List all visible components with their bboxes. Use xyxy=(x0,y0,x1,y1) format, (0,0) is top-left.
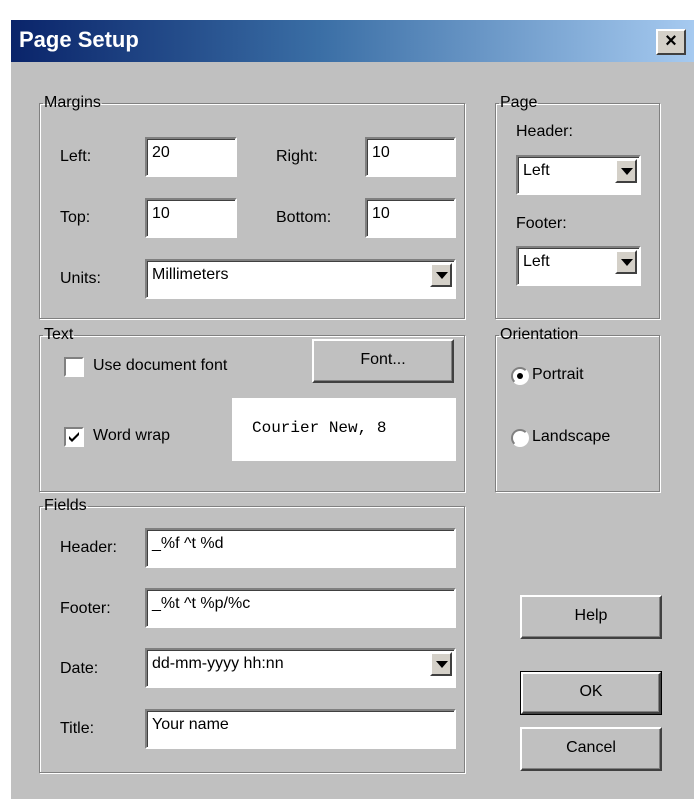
fields-footer-input[interactable]: _%t ^t %p/%c xyxy=(145,588,456,628)
font-button[interactable]: Font... xyxy=(312,339,454,383)
radio-selected-dot xyxy=(517,373,523,379)
chevron-down-icon[interactable] xyxy=(430,652,452,676)
checkmark-icon xyxy=(69,432,79,442)
portrait-label[interactable]: Portrait xyxy=(532,366,584,384)
units-select[interactable]: Millimeters xyxy=(145,259,456,299)
chevron-down-icon[interactable] xyxy=(615,159,637,183)
help-button[interactable]: Help xyxy=(520,595,662,639)
date-format-select[interactable]: dd-mm-yyyy hh:nn xyxy=(145,648,456,688)
orientation-group: Orientation xyxy=(495,327,660,492)
page-footer-value: Left xyxy=(523,253,550,270)
units-label: Units: xyxy=(60,270,101,287)
right-margin-label: Right: xyxy=(276,148,318,165)
fields-header-input[interactable]: _%f ^t %d xyxy=(145,528,456,568)
orientation-legend: Orientation xyxy=(500,326,579,343)
fields-header-label: Header: xyxy=(60,539,117,556)
use-document-font-checkbox[interactable] xyxy=(64,357,84,377)
ok-button[interactable]: OK xyxy=(520,671,662,715)
title-input[interactable]: Your name xyxy=(145,709,456,749)
title-field-label: Title: xyxy=(60,720,95,737)
use-document-font-label[interactable]: Use document font xyxy=(93,357,227,375)
page-header-label: Header: xyxy=(516,123,573,140)
page-footer-label: Footer: xyxy=(516,215,567,232)
close-button[interactable]: × xyxy=(656,29,686,55)
page-footer-select[interactable]: Left xyxy=(516,246,641,286)
top-margin-input[interactable]: 10 xyxy=(145,198,237,238)
margins-legend: Margins xyxy=(44,94,101,111)
date-label: Date: xyxy=(60,660,99,677)
font-preview: Courier New, 8 xyxy=(232,398,456,461)
title-bar: Page Setup × xyxy=(11,20,694,62)
page-legend: Page xyxy=(500,94,538,111)
word-wrap-checkbox[interactable] xyxy=(64,427,84,447)
right-margin-input[interactable]: 10 xyxy=(365,137,456,177)
bottom-margin-input[interactable]: 10 xyxy=(365,198,456,238)
chevron-down-icon[interactable] xyxy=(615,250,637,274)
date-format-value: dd-mm-yyyy hh:nn xyxy=(152,655,284,672)
bottom-margin-label: Bottom: xyxy=(276,209,332,226)
font-preview-text: Courier New, 8 xyxy=(252,419,387,437)
text-legend: Text xyxy=(44,326,74,343)
page-header-select[interactable]: Left xyxy=(516,155,641,195)
word-wrap-label[interactable]: Word wrap xyxy=(93,427,170,445)
landscape-label[interactable]: Landscape xyxy=(532,428,610,446)
dialog-title: Page Setup xyxy=(19,27,139,52)
page-header-value: Left xyxy=(523,162,550,179)
cancel-button[interactable]: Cancel xyxy=(520,727,662,771)
left-margin-label: Left: xyxy=(60,148,92,165)
left-margin-input[interactable]: 20 xyxy=(145,137,237,177)
portrait-radio[interactable] xyxy=(511,367,529,385)
fields-footer-label: Footer: xyxy=(60,600,111,617)
chevron-down-icon[interactable] xyxy=(430,263,452,287)
landscape-radio[interactable] xyxy=(511,429,529,447)
top-margin-label: Top: xyxy=(60,209,91,226)
units-value: Millimeters xyxy=(152,266,229,283)
fields-legend: Fields xyxy=(44,497,87,514)
page-setup-dialog: Page Setup × Margins Left: 20 Right: 10 … xyxy=(11,20,694,799)
